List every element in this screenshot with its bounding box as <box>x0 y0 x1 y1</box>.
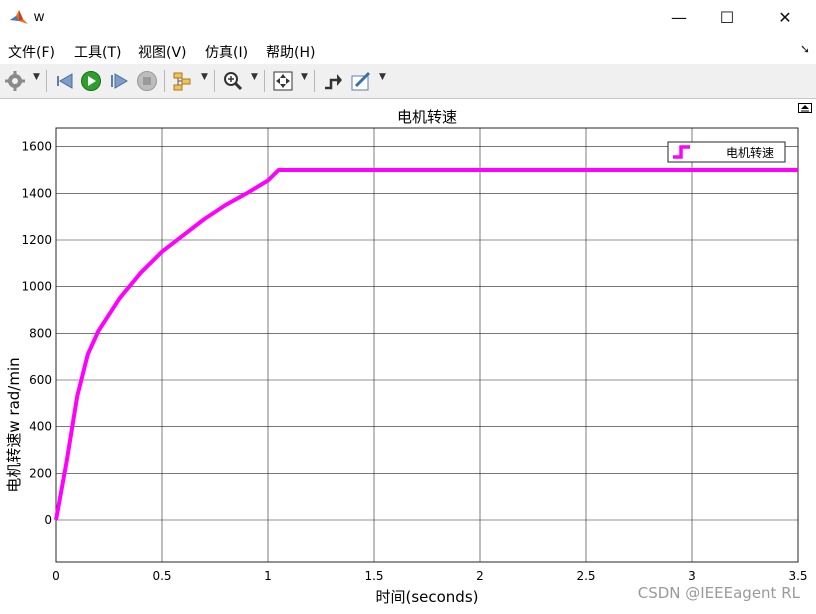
x-tick-label: 1.5 <box>364 569 383 583</box>
fit-dropdown-icon[interactable]: ▼ <box>301 72 308 82</box>
toolbar-separator <box>46 70 47 92</box>
watermark: CSDN @IEEEagent RL <box>637 584 800 602</box>
trigger-icon[interactable] <box>322 70 344 92</box>
step-back-icon[interactable] <box>54 70 76 92</box>
x-tick-label: 2.5 <box>576 569 595 583</box>
y-tick-label: 800 <box>29 326 52 340</box>
x-tick-label: 3.5 <box>788 569 807 583</box>
step-forward-icon[interactable] <box>108 70 130 92</box>
y-tick-label: 400 <box>29 420 52 434</box>
x-tick-label: 0.5 <box>152 569 171 583</box>
menu-help[interactable]: 帮助(H) <box>266 42 315 62</box>
y-tick-label: 1600 <box>21 140 52 154</box>
x-tick-label: 1 <box>264 569 272 583</box>
toolbar-separator <box>264 70 265 92</box>
dock-arrow-icon[interactable]: ➘ <box>800 42 810 56</box>
style-icon[interactable] <box>350 70 372 92</box>
menu-file[interactable]: 文件(F) <box>8 42 55 62</box>
stop-icon[interactable] <box>136 70 158 92</box>
legend-label: 电机转速 <box>726 145 774 160</box>
window-title: w <box>34 8 45 24</box>
style-dropdown-icon[interactable]: ▼ <box>379 72 386 82</box>
y-tick-label: 1400 <box>21 186 52 200</box>
y-tick-label: 600 <box>29 373 52 387</box>
run-icon[interactable] <box>80 70 102 92</box>
y-tick-label: 0 <box>44 513 52 527</box>
x-tick-label: 0 <box>52 569 60 583</box>
toolbar-separator <box>314 70 315 92</box>
menu-bar: 文件(F) 工具(T) 视图(V) 仿真(I) 帮助(H) ➘ <box>0 38 816 64</box>
zoom-dropdown-icon[interactable]: ▼ <box>251 72 258 82</box>
fit-to-view-icon[interactable] <box>272 70 294 92</box>
y-tick-label: 200 <box>29 466 52 480</box>
signal-dropdown-icon[interactable]: ▼ <box>201 72 208 82</box>
x-tick-label: 3 <box>688 569 696 583</box>
x-tick-label: 2 <box>476 569 484 583</box>
menu-simulation[interactable]: 仿真(I) <box>205 42 248 62</box>
settings-dropdown-icon[interactable]: ▼ <box>33 72 40 82</box>
settings-icon[interactable] <box>4 70 26 92</box>
signal-select-icon[interactable] <box>172 70 194 92</box>
y-axis-label: 电机转速w rad/min <box>5 357 23 492</box>
x-ticks: 0 0.5 1 1.5 2 2.5 3 3.5 <box>52 569 807 583</box>
maximize-button[interactable]: ☐ <box>704 0 750 34</box>
legend[interactable]: 电机转速 <box>667 141 786 163</box>
toolbar-separator <box>164 70 165 92</box>
zoom-icon[interactable] <box>222 70 244 92</box>
y-tick-label: 1000 <box>21 280 52 294</box>
toolbar-separator <box>214 70 215 92</box>
menu-tools[interactable]: 工具(T) <box>74 42 121 62</box>
x-axis-label: 时间(seconds) <box>375 588 478 606</box>
menu-view[interactable]: 视图(V) <box>138 42 187 62</box>
matlab-logo-icon <box>10 10 28 24</box>
y-tick-label: 1200 <box>21 233 52 247</box>
plot-title: 电机转速 <box>397 108 457 126</box>
y-ticks: 0 200 400 600 800 1000 1200 1400 1600 <box>21 140 52 527</box>
minimize-button[interactable]: — <box>656 0 702 34</box>
title-bar: w — ☐ ✕ <box>0 0 816 34</box>
close-button[interactable]: ✕ <box>762 0 808 34</box>
scope-plot[interactable]: 电机转速 0 0.5 1 1.5 2 2.5 3 3.5 0 200 400 600 800 1000 1… <box>0 99 816 614</box>
scope-figure: 电机转速 0 0.5 1 1.5 2 2.5 3 3.5 0 200 400 600 800 1000 1… <box>0 98 816 614</box>
toolbar: ▼ ▼ ▼ ▼ ▼ <box>0 64 816 98</box>
